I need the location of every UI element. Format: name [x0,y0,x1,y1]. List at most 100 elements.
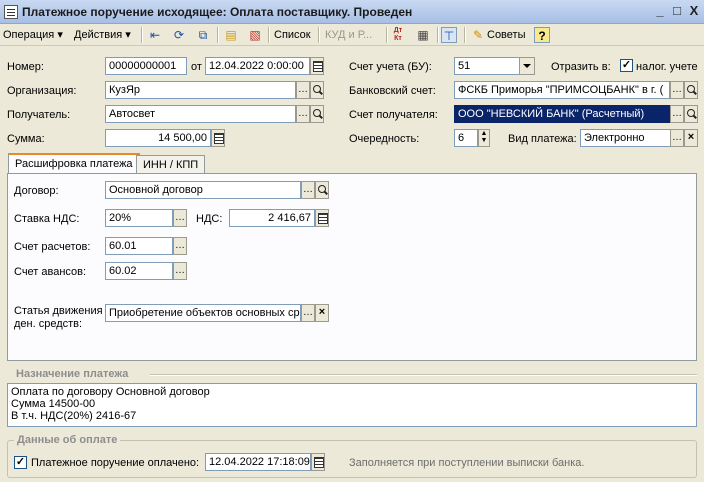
bank-account-label: Банковский счет: [349,85,436,97]
priority-field[interactable]: 6 [454,129,478,147]
advance-account-field[interactable]: 60.02 [105,262,173,280]
purpose-line: Оплата по договору Основной договор [11,386,210,398]
organization-select-button[interactable] [296,81,310,99]
account-bu-label: Счет учета (БУ): [349,61,432,73]
help-button[interactable]: ? [534,27,550,43]
paid-checkbox[interactable]: ✓ [14,456,27,469]
copy-icon[interactable]: ⧉ [195,27,211,43]
payment-type-label: Вид платежа: [508,133,577,145]
kud-button[interactable]: КУД и Р... [325,27,372,43]
vat-field[interactable]: 2 416,67 [229,209,315,227]
calendar-icon[interactable] [310,57,324,75]
search-icon[interactable] [310,81,324,99]
contract-field[interactable]: Основной договор [105,181,301,199]
account-bu-dropdown[interactable] [519,57,535,75]
structure-icon[interactable]: ⊤ [441,27,457,43]
vat-label: НДС: [196,213,223,225]
document-icon [4,5,18,19]
priority-label: Очередность: [349,133,420,145]
back-arrow-icon[interactable]: ⇤ [147,27,163,43]
toolbar-separator [386,27,387,43]
calendar-icon[interactable] [311,453,325,471]
amount-field[interactable]: 14 500,00 [105,129,211,147]
recipient-account-label: Счет получателя: [349,109,438,121]
toolbar-separator [318,27,319,43]
advance-account-label: Счет авансов: [14,266,87,278]
search-icon[interactable] [315,181,329,199]
clear-icon[interactable]: × [684,129,698,147]
vat-rate-field[interactable]: 20% [105,209,173,227]
paid-date-field[interactable]: 12.04.2022 17:18:09 [205,453,311,471]
search-icon[interactable] [310,105,324,123]
payment-type-field[interactable]: Электронно [580,129,671,147]
recipient-label: Получатель: [7,109,71,121]
cashflow-label-line2: ден. средств: [14,318,83,330]
minimize-button[interactable]: _ [652,4,668,20]
bank-account-field[interactable]: ФСКБ Приморья "ПРИМСОЦБАНК" в г. ( [454,81,670,99]
post-document-icon[interactable]: ▤ [223,27,239,43]
organization-field[interactable]: КузЯр [105,81,296,99]
recipient-account-field[interactable]: ООО "НЕВСКИЙ БАНК" (Расчетный) [454,105,670,123]
contract-select-button[interactable] [301,181,315,199]
priority-spinner[interactable]: ▲ ▼ [478,129,490,147]
settlement-account-select-button[interactable] [173,237,187,255]
tax-accounting-label: налог. учете [636,61,698,73]
purpose-line: В т.ч. НДС(20%) 2416-67 [11,410,137,422]
clear-icon[interactable]: × [315,304,329,322]
search-icon[interactable] [684,105,698,123]
amount-label: Сумма: [7,133,45,145]
purpose-line: Сумма 14500-00 [11,398,96,410]
toolbar-separator [464,27,465,43]
number-field[interactable]: 00000000001 [105,57,187,75]
search-icon[interactable] [684,81,698,99]
list-button[interactable]: Список [274,27,311,43]
close-button[interactable]: X [686,4,702,20]
reflect-label: Отразить в: [551,61,611,73]
refresh-icon[interactable]: ⟳ [171,27,187,43]
recipient-select-button[interactable] [296,105,310,123]
date-prefix-label: от [191,61,202,73]
settlement-account-label: Счет расчетов: [14,241,91,253]
maximize-button[interactable]: □ [669,4,685,20]
toolbar-separator [268,27,269,43]
cashflow-select-button[interactable] [301,304,315,322]
toolbar-separator [437,27,438,43]
cashflow-field[interactable]: Приобретение объектов основных ср [105,304,301,322]
tax-accounting-checkbox[interactable]: ✓ [620,59,633,72]
vat-rate-select-button[interactable] [173,209,187,227]
dt-kt-button[interactable]: Дт Кт [390,27,406,43]
vat-rate-label: Ставка НДС: [14,213,80,225]
actions-menu[interactable]: Действия ▾ [74,27,131,43]
unpost-document-icon[interactable]: ▧ [247,27,263,43]
tips-icon: ✎ [472,28,484,42]
recipient-field[interactable]: Автосвет [105,105,296,123]
operation-menu[interactable]: Операция ▾ [3,27,63,43]
toolbar-separator [217,27,218,43]
toolbar: Операция ▾ Действия ▾ ⇤ ⟳ ⧉ ▤ ▧ Список К… [0,24,704,46]
window-title: Платежное поручение исходящее: Оплата по… [22,5,413,19]
number-label: Номер: [7,61,44,73]
tips-button[interactable]: Советы [487,27,525,43]
payment-type-select-button[interactable] [670,129,684,147]
tab-inn-kpp[interactable]: ИНН / КПП [136,155,206,175]
contract-label: Договор: [14,185,59,197]
purpose-divider [150,374,697,375]
purpose-title: Назначение платежа [16,368,129,380]
paid-label: Платежное поручение оплачено: [31,457,200,469]
account-bu-field[interactable]: 51 [454,57,520,75]
organization-label: Организация: [7,85,77,97]
recipient-account-select-button[interactable] [670,105,684,123]
tab-payment-details[interactable]: Расшифровка платежа [8,153,140,175]
calculator-icon[interactable] [315,209,329,227]
settlement-account-field[interactable]: 60.01 [105,237,173,255]
report-icon[interactable]: ▦ [415,27,431,43]
calculator-icon[interactable] [211,129,225,147]
toolbar-separator [141,27,142,43]
date-field[interactable]: 12.04.2022 0:00:00 [205,57,310,75]
paid-hint: Заполняется при поступлении выписки банк… [349,457,585,469]
purpose-textarea[interactable]: Оплата по договору Основной договор Сумм… [7,383,697,427]
advance-account-select-button[interactable] [173,262,187,280]
bank-account-select-button[interactable] [670,81,684,99]
cashflow-label: Статья движения [14,305,103,317]
payment-data-title: Данные об оплате [14,433,121,447]
